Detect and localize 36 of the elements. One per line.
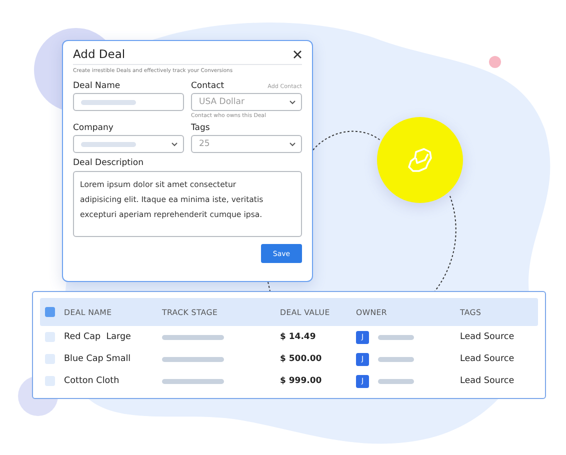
table-cell-text: Lead Source xyxy=(460,332,516,342)
field-label: Tags xyxy=(191,123,210,133)
checkbox[interactable] xyxy=(45,307,55,317)
checkbox[interactable] xyxy=(45,332,55,342)
field-label: Deal Name xyxy=(73,81,120,91)
select-field[interactable]: USA Dollar xyxy=(191,93,302,111)
close-icon[interactable] xyxy=(293,50,302,58)
table-cell-text: $ 14.49 xyxy=(280,332,317,342)
checkbox[interactable] xyxy=(45,354,55,364)
table-cell-text: Blue Cap Small xyxy=(64,354,132,364)
table-cell-text: Red Cap Large xyxy=(64,332,132,342)
select-field[interactable]: 25 xyxy=(191,135,302,153)
stage-bar xyxy=(162,356,224,362)
owner-bar xyxy=(378,378,414,384)
table-cell-text: Lead Source xyxy=(460,354,516,364)
field-label: Contact xyxy=(191,81,224,91)
input-field[interactable] xyxy=(73,93,184,111)
dotted-connector xyxy=(268,282,270,292)
table-cell-text: Cotton Cloth xyxy=(64,376,120,386)
checkbox[interactable] xyxy=(45,376,55,386)
stage-bar xyxy=(162,334,224,340)
caret-icon xyxy=(289,100,296,104)
dotted-connector xyxy=(312,130,380,150)
dialog-title: Add Deal xyxy=(73,47,126,61)
owner-bar xyxy=(378,334,414,340)
decor-dot xyxy=(489,56,501,68)
caret-icon xyxy=(289,142,296,146)
stage-bar xyxy=(162,378,224,384)
table-cell-text: $ 500.00 xyxy=(280,354,323,364)
select-field[interactable] xyxy=(73,135,184,153)
field-label: Deal Description xyxy=(73,158,144,168)
caret-icon xyxy=(171,142,178,146)
table-cell-text: $ 999.00 xyxy=(280,376,323,386)
field-label: Company xyxy=(73,123,114,133)
owner-bar xyxy=(378,356,414,362)
table-cell-text: Lead Source xyxy=(460,376,516,386)
